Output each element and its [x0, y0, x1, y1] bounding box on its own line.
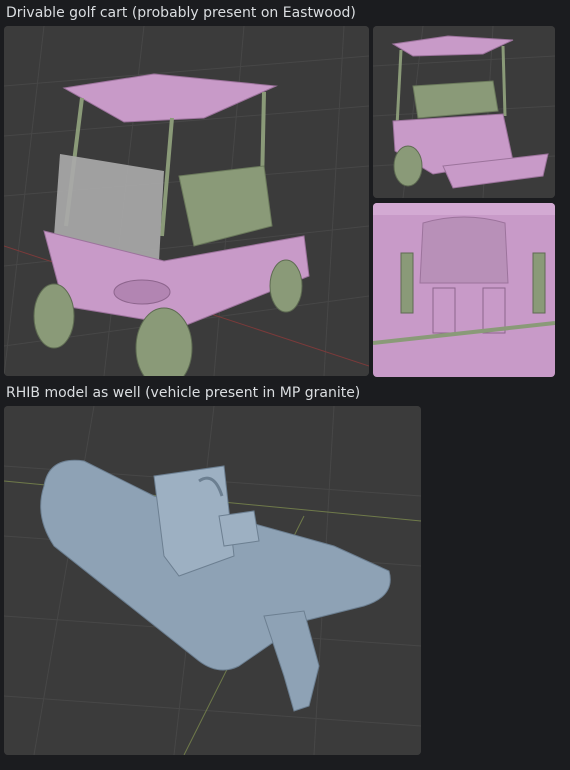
image-attachment-golf-cart-front[interactable] [4, 26, 369, 376]
golf-cart-suspension-render [373, 203, 555, 377]
golf-cart-front-render [4, 26, 369, 376]
rhib-render [4, 406, 421, 755]
image-attachment-golf-cart-suspension[interactable] [373, 203, 555, 377]
message-text-rhib: RHIB model as well (vehicle present in M… [6, 385, 361, 401]
message-text-golf-cart: Drivable golf cart (probably present on … [6, 5, 356, 21]
golf-cart-rear-render [373, 26, 555, 198]
image-attachment-rhib[interactable] [4, 406, 421, 755]
image-attachment-golf-cart-rear[interactable] [373, 26, 555, 198]
